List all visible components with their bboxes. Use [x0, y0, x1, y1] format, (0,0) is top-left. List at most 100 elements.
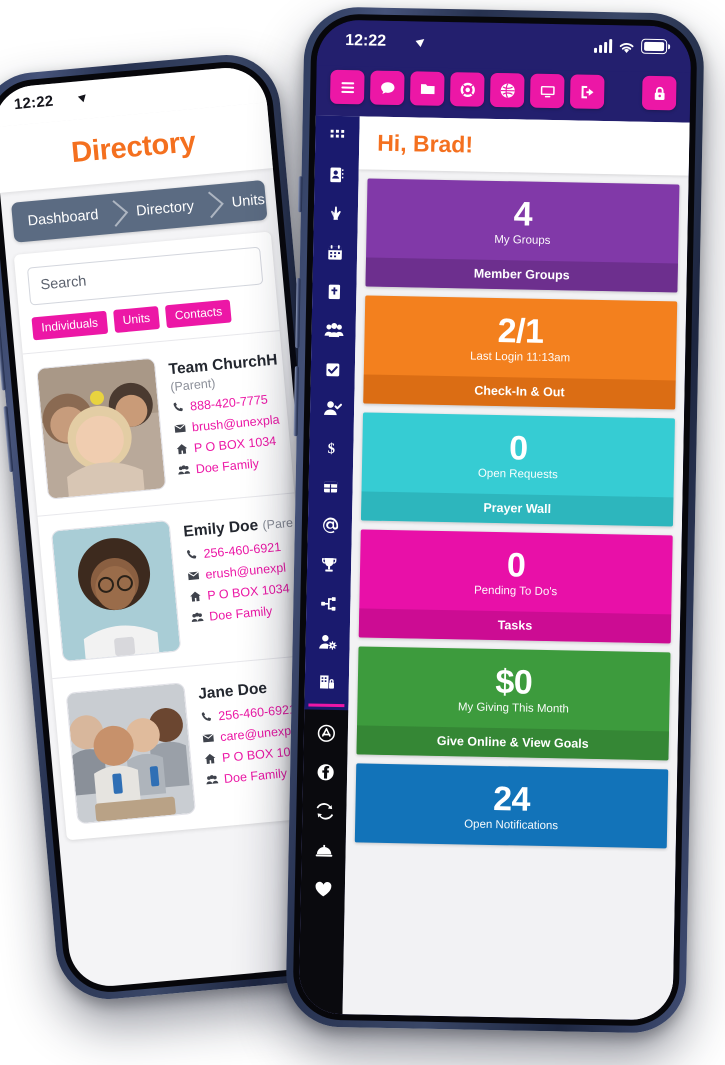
website-button[interactable] — [489, 72, 525, 108]
contact-address: P O BOX 1034 — [206, 581, 291, 603]
sidebar-item-sync[interactable] — [302, 791, 347, 831]
contact-email: care@unexpla — [219, 722, 302, 745]
sidebar-item-tasks[interactable] — [310, 349, 355, 389]
list-item[interactable]: Team ChurchH (Parent) 888-420-7775 brush… — [22, 330, 295, 516]
home-icon — [176, 444, 188, 455]
volume-down-button[interactable] — [3, 406, 14, 473]
contact-email-row[interactable]: brush@unexpla — [174, 412, 280, 436]
sidebar-item-groups[interactable] — [311, 310, 356, 350]
card-footer-label[interactable]: Check-In & Out — [363, 374, 676, 410]
dashboard-card-list: 4 My Groups Member Groups 2/1 Last Login… — [346, 169, 689, 849]
sidebar-item-achievements[interactable] — [307, 544, 352, 584]
contact-name: Emily Doe (Pare — [183, 514, 294, 541]
screenshot-stage: 12:22 Directory Dashboard Directory Unit… — [0, 0, 725, 1065]
lock-button[interactable] — [641, 75, 677, 111]
location-arrow-icon — [415, 35, 427, 48]
breadcrumb-item-directory[interactable]: Directory — [113, 185, 212, 234]
contact-address-row[interactable]: P O BOX 1034 — [189, 581, 292, 604]
user-group-icon — [178, 465, 191, 475]
dashboard-main: Hi, Brad! 4 My Groups Member Groups 2/1 … — [342, 116, 690, 1021]
card-value: 0 — [506, 546, 526, 585]
sign-out-button[interactable] — [569, 74, 605, 110]
mute-switch[interactable] — [297, 176, 303, 213]
sidebar-item-favorites[interactable] — [301, 869, 346, 909]
card-footer-label[interactable]: Member Groups — [365, 257, 678, 293]
sidebar-item-directory[interactable] — [314, 154, 359, 194]
contact-email-row[interactable]: care@unexpla — [202, 723, 305, 746]
card-value: 24 — [492, 780, 531, 819]
filter-pill-units[interactable]: Units — [112, 305, 161, 334]
contact-family: Doe Family — [195, 456, 260, 477]
contact-phone: 256-460-6921 — [202, 539, 282, 561]
app-body: $ Hi, Brad! 4 My Groups Member Groups 2/… — [298, 115, 690, 1021]
dashboard-card-tasks[interactable]: 0 Pending To Do's Tasks — [358, 529, 673, 644]
envelope-icon — [202, 733, 214, 743]
directory-panel: Search Individuals Units Contacts Team C… — [13, 231, 324, 841]
life-ring-icon — [460, 82, 475, 97]
status-time: 12:22 — [345, 32, 387, 50]
sidebar-item-bible[interactable] — [312, 271, 357, 311]
contact-email-row[interactable]: erush@unexpl — [187, 560, 290, 583]
contact-phone-row[interactable]: 888-420-7775 — [172, 392, 275, 415]
list-item[interactable]: Jane Doe 256-460-6921 care@unexpla P O B… — [52, 654, 324, 841]
building-lock-icon — [319, 674, 335, 689]
volume-up-button[interactable] — [0, 324, 6, 391]
home-icon — [204, 753, 216, 764]
card-footer-label[interactable]: Tasks — [358, 608, 672, 644]
user-gear-icon — [318, 635, 337, 650]
home-icon — [190, 591, 201, 602]
desktop-button[interactable] — [529, 73, 565, 109]
contact-family: Doe Family — [223, 766, 288, 786]
front-phone-screen: 12:22 $ Hi, Brad! 4 My Groups Member Gro… — [298, 19, 692, 1021]
chat-button[interactable] — [369, 70, 405, 106]
volume-up-button[interactable] — [295, 278, 301, 349]
sidebar-item-facebook[interactable] — [303, 752, 348, 792]
status-indicators — [593, 38, 668, 55]
contact-address-row[interactable]: P O BOX 1034 — [175, 434, 278, 457]
dashboard-card-giving[interactable]: $0 My Giving This Month Give Online & Vi… — [356, 646, 671, 761]
contact-phone: 256-460-6921 — [217, 702, 297, 724]
sidebar-item-checkin[interactable] — [310, 388, 355, 428]
sidebar-lower-section — [298, 709, 349, 1015]
dashboard-card-notifications[interactable]: 24 Open Notifications — [354, 763, 669, 849]
card-footer-label[interactable]: Prayer Wall — [360, 491, 674, 527]
card-footer-label[interactable]: Give Online & View Goals — [356, 725, 669, 761]
sidebar-item-tables[interactable] — [308, 466, 353, 506]
filter-pill-individuals[interactable]: Individuals — [31, 310, 108, 341]
contact-family-row[interactable]: Doe Family — [177, 455, 280, 478]
avatar — [36, 357, 167, 500]
contact-name: Jane Doe — [197, 679, 268, 703]
sidebar-item-calendar[interactable] — [313, 232, 358, 272]
contact-phone-row[interactable]: 256-460-6921 — [200, 702, 303, 725]
volume-down-button[interactable] — [293, 366, 299, 437]
sidebar-item-app-store[interactable] — [304, 713, 349, 753]
sidebar-item-giving[interactable]: $ — [309, 427, 354, 467]
list-item[interactable]: Emily Doe (Pare 256-460-6921 erush@unexp… — [37, 492, 310, 679]
sidebar-item-email[interactable] — [307, 505, 352, 545]
dashboard-card-check-in-out[interactable]: 2/1 Last Login 11:13am Check-In & Out — [363, 295, 678, 410]
phone-icon — [173, 402, 183, 412]
desktop-icon — [540, 85, 555, 97]
contact-info: Team ChurchH (Parent) 888-420-7775 brush… — [168, 347, 282, 488]
bible-icon — [328, 284, 341, 299]
share-nodes-icon — [321, 596, 336, 611]
sidebar-item-prayer[interactable] — [313, 193, 358, 233]
contact-family-row[interactable]: Doe Family — [191, 602, 294, 625]
files-button[interactable] — [409, 71, 445, 106]
support-button[interactable] — [449, 72, 485, 107]
dashboard-card-prayer-wall[interactable]: 0 Open Requests Prayer Wall — [360, 412, 675, 527]
breadcrumb-item-dashboard[interactable]: Dashboard — [11, 194, 117, 243]
sidebar-item-facility[interactable] — [305, 661, 350, 701]
folder-icon — [420, 83, 435, 94]
contact-phone-row[interactable]: 256-460-6921 — [185, 539, 288, 562]
sidebar-item-services[interactable] — [301, 830, 346, 870]
sidebar-item-apps[interactable] — [315, 115, 360, 155]
hamburger-menu-button[interactable] — [329, 69, 365, 105]
breadcrumb-item-units[interactable]: Units — [209, 180, 267, 225]
sidebar-item-share[interactable] — [306, 583, 351, 623]
filter-pill-contacts[interactable]: Contacts — [164, 299, 233, 329]
sidebar-item-user-settings[interactable] — [305, 622, 350, 662]
user-group-icon — [324, 323, 344, 338]
dashboard-card-member-groups[interactable]: 4 My Groups Member Groups — [365, 178, 680, 293]
contact-address: P O BOX 1034 — [193, 433, 277, 456]
